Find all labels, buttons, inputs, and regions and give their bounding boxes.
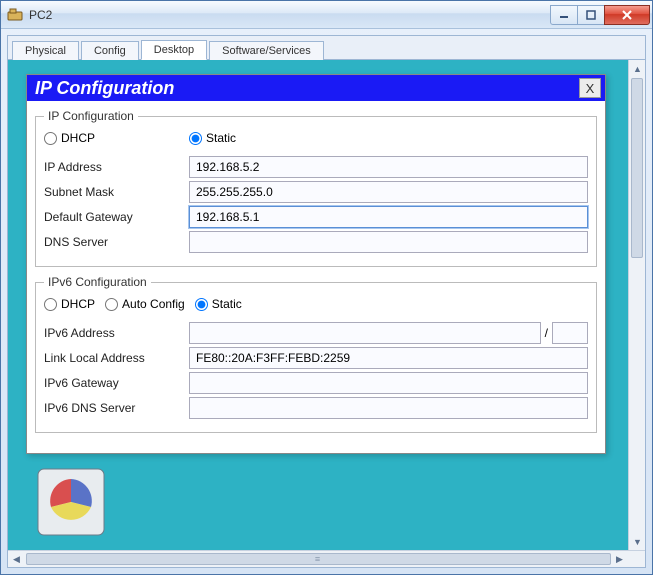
dialog-close-button[interactable]: X xyxy=(579,78,601,98)
ipv6-auto-label: Auto Config xyxy=(122,297,185,311)
ipv6-dns-row: IPv6 DNS Server xyxy=(44,397,588,419)
desktop-area: IP Configuration X IP Configuration DHCP xyxy=(8,60,645,567)
ip-config-dialog: IP Configuration X IP Configuration DHCP xyxy=(26,74,606,454)
minimize-button[interactable] xyxy=(550,5,578,25)
maximize-button[interactable] xyxy=(577,5,605,25)
close-button[interactable] xyxy=(604,5,650,25)
client-area: Physical Config Desktop Software/Service… xyxy=(7,35,646,568)
dns-server-label: DNS Server xyxy=(44,235,189,249)
app-icon xyxy=(7,7,23,23)
ipv4-static-option[interactable]: Static xyxy=(189,131,236,145)
tab-bar: Physical Config Desktop Software/Service… xyxy=(8,36,645,60)
subnet-mask-input[interactable] xyxy=(189,181,588,203)
ip-address-label: IP Address xyxy=(44,160,189,174)
default-gateway-input[interactable] xyxy=(189,206,588,228)
ipv4-group: IP Configuration DHCP Static xyxy=(35,109,597,267)
ipv6-legend: IPv6 Configuration xyxy=(44,275,151,289)
ip-address-row: IP Address xyxy=(44,156,588,178)
window-title: PC2 xyxy=(29,8,551,22)
ipv6-dns-input[interactable] xyxy=(189,397,588,419)
ipv4-dhcp-option[interactable]: DHCP xyxy=(44,131,95,145)
scroll-right-icon[interactable]: ▶ xyxy=(611,551,628,567)
ipv6-auto-option[interactable]: Auto Config xyxy=(105,297,185,311)
ipv6-dhcp-option[interactable]: DHCP xyxy=(44,297,95,311)
ipv6-static-label: Static xyxy=(212,297,242,311)
horizontal-scrollbar[interactable]: ◀ ≡ ▶ xyxy=(8,550,645,567)
ip-address-input[interactable] xyxy=(189,156,588,178)
scroll-down-icon[interactable]: ▼ xyxy=(629,533,645,550)
ipv6-linklocal-row: Link Local Address xyxy=(44,347,588,369)
tab-software-services[interactable]: Software/Services xyxy=(209,41,324,60)
vertical-scroll-thumb[interactable] xyxy=(631,78,643,258)
horizontal-scroll-thumb[interactable]: ≡ xyxy=(26,553,611,565)
window-controls xyxy=(551,5,650,25)
dns-server-row: DNS Server xyxy=(44,231,588,253)
ipv6-prefix-slash: / xyxy=(541,326,552,340)
ipv4-mode-row: DHCP Static xyxy=(44,129,588,153)
ipv6-linklocal-input[interactable] xyxy=(189,347,588,369)
vertical-scrollbar[interactable]: ▲ ▼ xyxy=(628,60,645,550)
scroll-up-icon[interactable]: ▲ xyxy=(629,60,645,77)
ipv4-legend: IP Configuration xyxy=(44,109,138,123)
ipv6-address-input[interactable] xyxy=(189,322,541,344)
default-gateway-row: Default Gateway xyxy=(44,206,588,228)
desktop-app-icon[interactable] xyxy=(36,467,106,537)
ipv4-static-radio[interactable] xyxy=(189,132,202,145)
ipv4-dhcp-radio[interactable] xyxy=(44,132,57,145)
dialog-body: IP Configuration DHCP Static xyxy=(27,101,605,453)
titlebar[interactable]: PC2 xyxy=(1,1,652,29)
application-window: PC2 Physical Config Desktop Software/Ser… xyxy=(0,0,653,575)
ipv6-group: IPv6 Configuration DHCP Auto Config xyxy=(35,275,597,433)
ipv6-dns-label: IPv6 DNS Server xyxy=(44,401,189,415)
subnet-mask-row: Subnet Mask xyxy=(44,181,588,203)
ipv6-auto-radio[interactable] xyxy=(105,298,118,311)
dns-server-input[interactable] xyxy=(189,231,588,253)
ipv6-mode-row: DHCP Auto Config Static xyxy=(44,295,588,319)
ipv6-address-label: IPv6 Address xyxy=(44,326,189,340)
ipv6-gateway-label: IPv6 Gateway xyxy=(44,376,189,390)
scroll-left-icon[interactable]: ◀ xyxy=(8,551,25,567)
ipv4-static-label: Static xyxy=(206,131,236,145)
dialog-title: IP Configuration xyxy=(35,78,579,99)
ipv6-static-radio[interactable] xyxy=(195,298,208,311)
ipv6-dhcp-radio[interactable] xyxy=(44,298,57,311)
ipv6-gateway-row: IPv6 Gateway xyxy=(44,372,588,394)
ipv6-dhcp-label: DHCP xyxy=(61,297,95,311)
tab-physical[interactable]: Physical xyxy=(12,41,79,60)
ipv6-prefix-input[interactable] xyxy=(552,322,588,344)
ipv6-gateway-input[interactable] xyxy=(189,372,588,394)
ipv6-static-option[interactable]: Static xyxy=(195,297,242,311)
ipv4-dhcp-label: DHCP xyxy=(61,131,95,145)
default-gateway-label: Default Gateway xyxy=(44,210,189,224)
dialog-titlebar[interactable]: IP Configuration X xyxy=(27,75,605,101)
subnet-mask-label: Subnet Mask xyxy=(44,185,189,199)
tab-desktop[interactable]: Desktop xyxy=(141,40,207,60)
ipv6-address-row: IPv6 Address / xyxy=(44,322,588,344)
tab-config[interactable]: Config xyxy=(81,41,139,60)
ipv6-linklocal-label: Link Local Address xyxy=(44,351,189,365)
